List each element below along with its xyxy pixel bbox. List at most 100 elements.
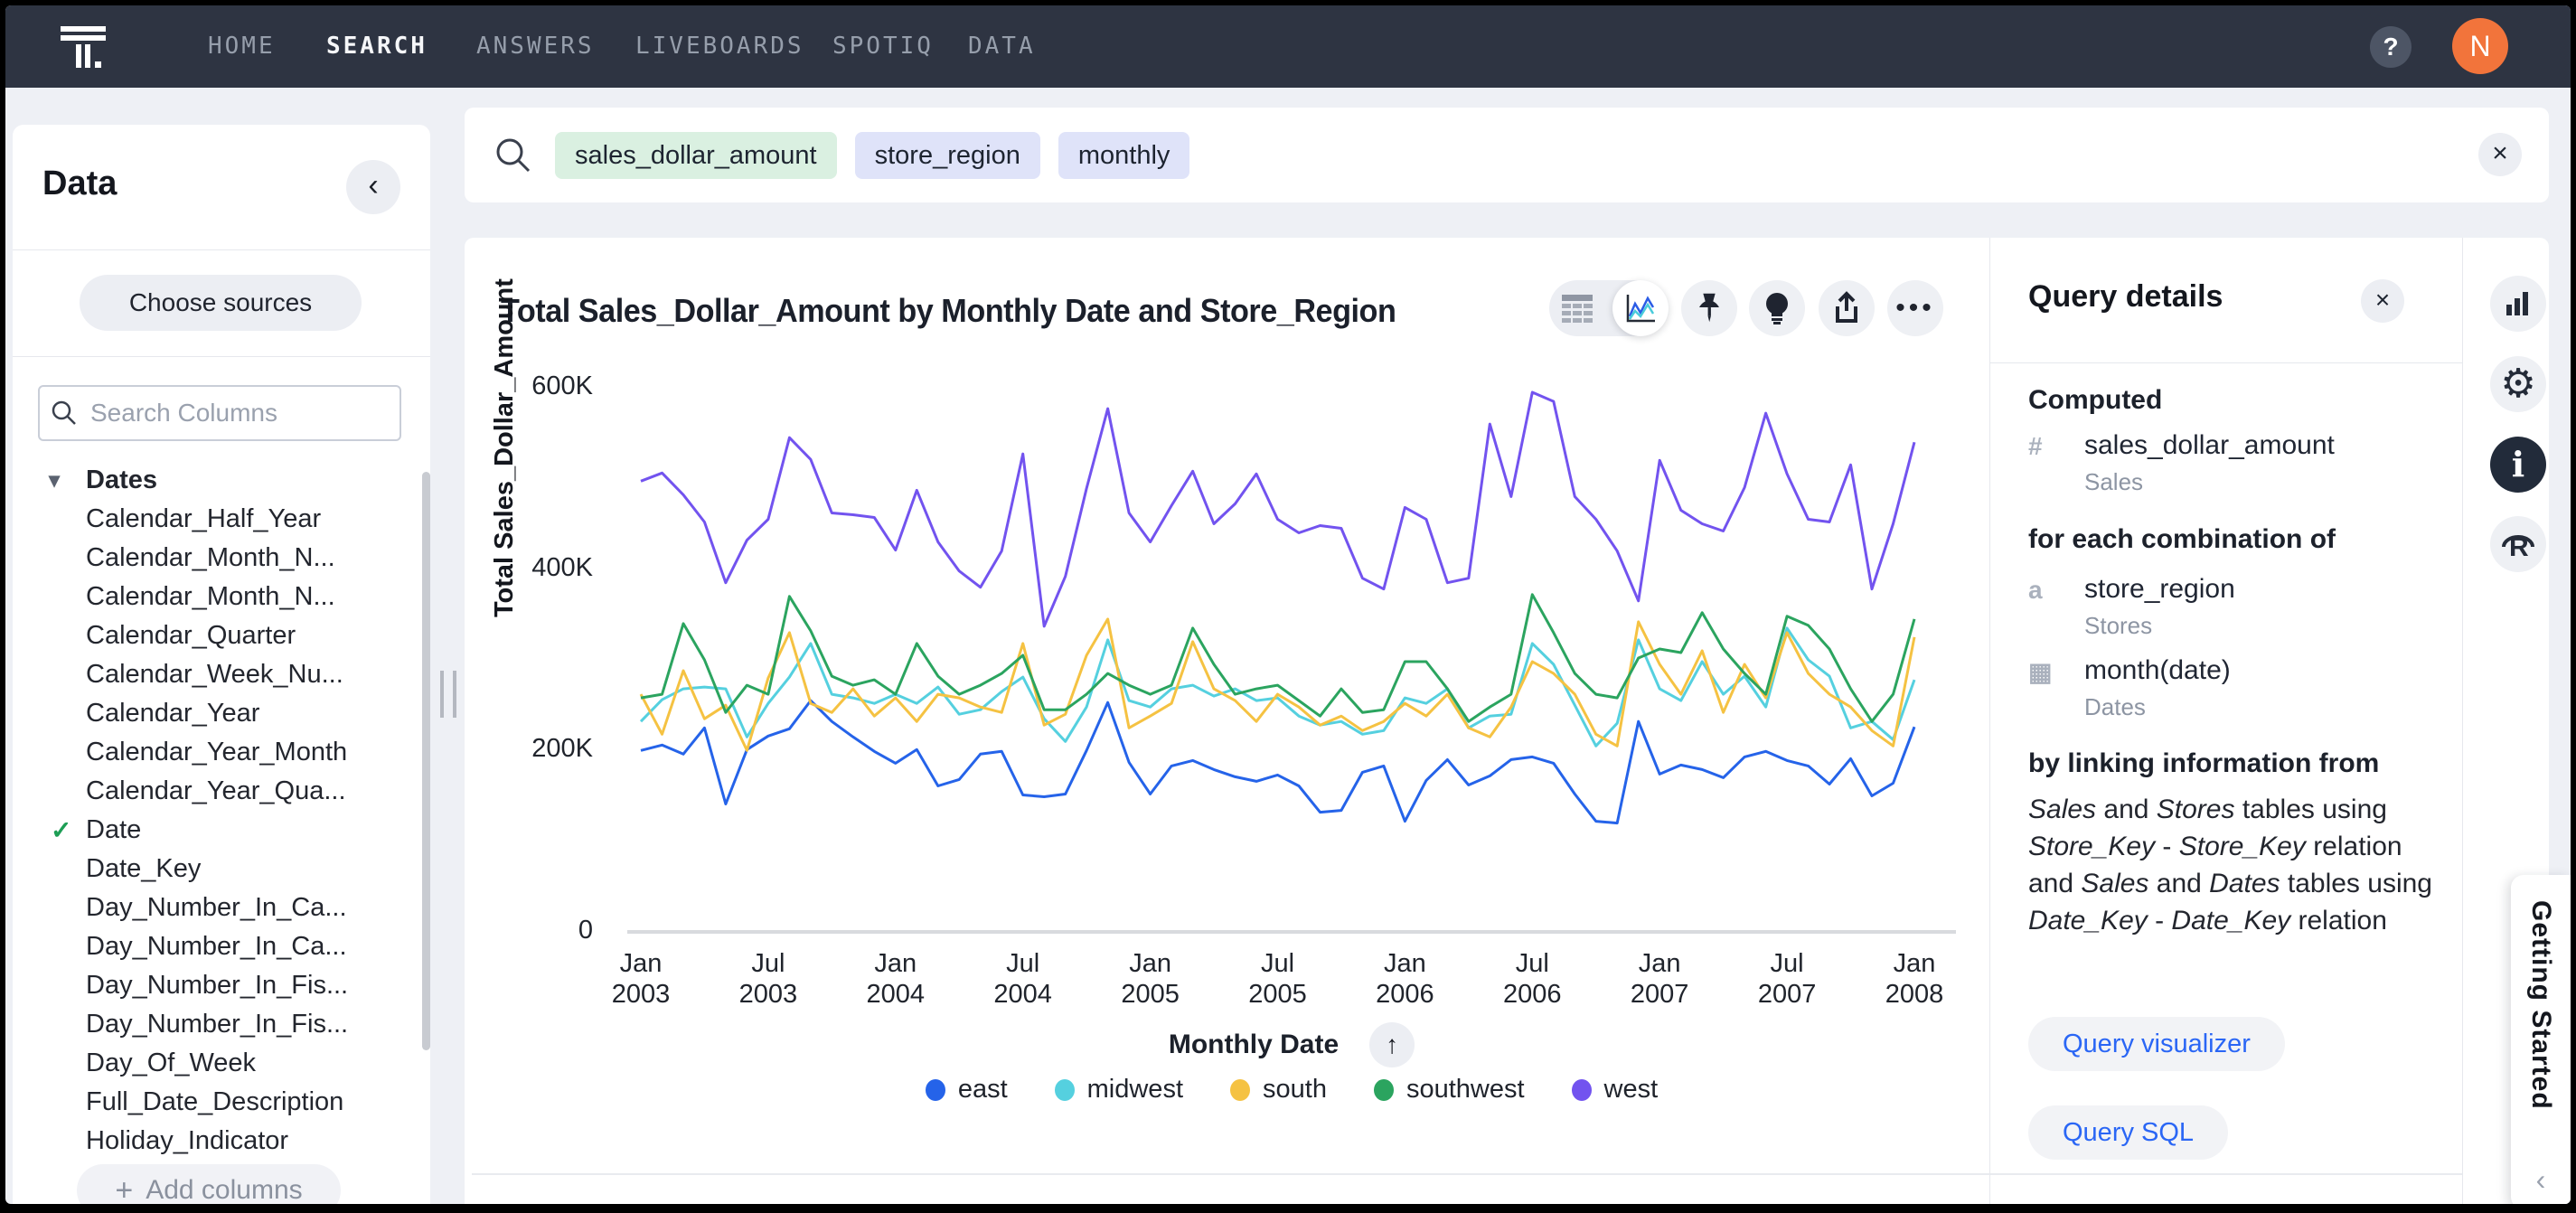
column-item[interactable]: Full_Date_Description — [13, 1083, 418, 1122]
nav-item-data[interactable]: DATA — [968, 5, 1036, 88]
query-details-panel: Query details × Computed #sales_dollar_a… — [1989, 238, 2462, 1204]
query-column-source: Stores — [2084, 612, 2152, 640]
legend-dot — [1572, 1079, 1592, 1101]
search-token-sales_dollar_amount[interactable]: sales_dollar_amount — [555, 132, 837, 179]
search-tokens: sales_dollar_amount store_region monthly — [555, 132, 1189, 179]
legend-dot — [1055, 1079, 1075, 1101]
series-line-west — [641, 392, 1914, 626]
close-query-details-button[interactable]: × — [2361, 279, 2404, 323]
column-item[interactable]: ✓Date — [13, 811, 418, 850]
search-token-store_region[interactable]: store_region — [855, 132, 1040, 179]
settings-button[interactable]: ⚙ — [2490, 356, 2546, 412]
query-column-source: Dates — [2084, 693, 2146, 721]
app-window: HOMESEARCHANSWERSLIVEBOARDSSPOTIQDATA ? … — [0, 0, 2576, 1213]
search-icon — [494, 136, 533, 175]
y-tick-label: 600K — [497, 371, 593, 401]
column-item[interactable]: Calendar_Month_N... — [13, 539, 418, 578]
panel-resize-handle[interactable] — [437, 671, 460, 718]
query-column-name: month(date) — [2084, 655, 2231, 686]
column-item[interactable]: Day_Number_In_Fis... — [13, 966, 418, 1005]
series-line-east — [641, 701, 1914, 823]
data-panel: Data ‹ Choose sources ▾DatesCalendar_Hal… — [13, 125, 430, 1204]
legend-item-west[interactable]: west — [1572, 1075, 1659, 1105]
query-details-title: Query details — [2028, 279, 2223, 315]
legend-item-southwest[interactable]: southwest — [1374, 1075, 1525, 1105]
nav-item-spotiq[interactable]: SPOTIQ — [832, 5, 934, 88]
ellipsis-icon: ••• — [1895, 280, 1935, 336]
divider — [2462, 238, 2463, 1204]
column-item[interactable]: Date_Key — [13, 850, 418, 889]
column-item[interactable]: Calendar_Quarter — [13, 616, 418, 655]
x-tick-label: Jul2005 — [1214, 948, 1340, 1010]
hash-icon: # — [2028, 432, 2043, 461]
choose-sources-button[interactable]: Choose sources — [80, 275, 362, 331]
bar-chart-icon — [2503, 290, 2534, 317]
x-tick-label: Jul2006 — [1469, 948, 1595, 1010]
help-button[interactable]: ? — [2370, 26, 2411, 68]
search-bar: sales_dollar_amount store_region monthly × — [465, 108, 2549, 202]
column-item[interactable]: Calendar_Year — [13, 694, 418, 733]
add-columns-button[interactable]: + Add columns — [77, 1164, 341, 1204]
pin-button[interactable] — [1681, 280, 1737, 336]
legend-dot — [1374, 1079, 1394, 1101]
column-item[interactable]: Calendar_Half_Year — [13, 500, 418, 539]
legend-item-south[interactable]: south — [1230, 1075, 1327, 1105]
share-button[interactable] — [1819, 280, 1875, 336]
top-nav: HOMESEARCHANSWERSLIVEBOARDSSPOTIQDATA ? … — [5, 5, 2571, 88]
data-panel-title: Data — [42, 165, 117, 203]
thoughtspot-logo[interactable] — [58, 22, 108, 72]
sort-ascending-button[interactable]: ↑ — [1369, 1022, 1415, 1067]
chart-view-button[interactable] — [1612, 280, 1669, 336]
more-actions-button[interactable]: ••• — [1887, 280, 1943, 336]
column-item[interactable]: Day_Number_In_Ca... — [13, 889, 418, 927]
search-token-monthly[interactable]: monthly — [1058, 132, 1190, 179]
linking-header: by linking information from — [2028, 748, 2379, 779]
clear-search-button[interactable]: × — [2478, 133, 2522, 176]
table-view-button[interactable] — [1549, 280, 1605, 336]
series-line-midwest — [641, 628, 1914, 746]
nav-item-search[interactable]: SEARCH — [326, 5, 428, 88]
nav-item-liveboards[interactable]: LIVEBOARDS — [635, 5, 804, 88]
collapse-panel-button[interactable]: ‹ — [346, 160, 400, 214]
legend-item-east[interactable]: east — [926, 1075, 1008, 1105]
x-tick-label: Jan2003 — [578, 948, 704, 1010]
table-icon — [1560, 293, 1594, 324]
nav-item-answers[interactable]: ANSWERS — [476, 5, 595, 88]
search-columns-input[interactable] — [89, 398, 363, 428]
column-item[interactable]: Calendar_Week_Nu... — [13, 655, 418, 694]
column-item[interactable]: Holiday_Indicator — [13, 1122, 418, 1161]
getting-started-tab[interactable]: Getting Started ‹ — [2511, 875, 2571, 1204]
column-list-scrollbar[interactable] — [422, 472, 430, 1050]
query-visualizer-button[interactable]: Query visualizer — [2028, 1017, 2285, 1071]
column-item[interactable]: Day_Of_Week — [13, 1044, 418, 1083]
spotiq-insights-button[interactable] — [1749, 280, 1805, 336]
x-tick-label: Jan2005 — [1087, 948, 1214, 1010]
column-item[interactable]: Day_Number_In_Fis... — [13, 1005, 418, 1044]
info-icon: i — [2512, 447, 2524, 482]
legend-item-midwest[interactable]: midwest — [1055, 1075, 1183, 1105]
chart-config-button[interactable] — [2490, 276, 2546, 332]
x-tick-label: Jan2007 — [1596, 948, 1723, 1010]
column-item[interactable]: Calendar_Year_Month — [13, 733, 418, 772]
check-icon: ✓ — [51, 811, 71, 850]
linking-description: Sales and Stores tables using Store_Key … — [2028, 791, 2435, 939]
column-item[interactable]: Calendar_Year_Qua... — [13, 772, 418, 811]
search-icon — [51, 400, 78, 427]
column-item[interactable]: Day_Number_In_Ca... — [13, 927, 418, 966]
nav-item-home[interactable]: HOME — [208, 5, 276, 88]
column-item[interactable]: Calendar_Month_N... — [13, 578, 418, 616]
legend-dot — [926, 1079, 945, 1101]
chevron-left-icon: ‹ — [2511, 1163, 2571, 1197]
pin-icon — [1691, 291, 1727, 325]
r-analysis-button[interactable]: R — [2490, 516, 2546, 572]
line-chart-icon — [1623, 291, 1658, 325]
x-tick-label: Jul2007 — [1724, 948, 1850, 1010]
column-group-dates[interactable]: ▾Dates — [13, 461, 418, 500]
x-tick-label: Jul2004 — [960, 948, 1086, 1010]
query-sql-button[interactable]: Query SQL — [2028, 1105, 2228, 1160]
query-info-button[interactable]: i — [2490, 437, 2546, 493]
avatar[interactable]: N — [2452, 18, 2508, 74]
divider — [13, 249, 430, 250]
caret-down-icon: ▾ — [49, 461, 60, 500]
divider — [1989, 362, 2462, 363]
